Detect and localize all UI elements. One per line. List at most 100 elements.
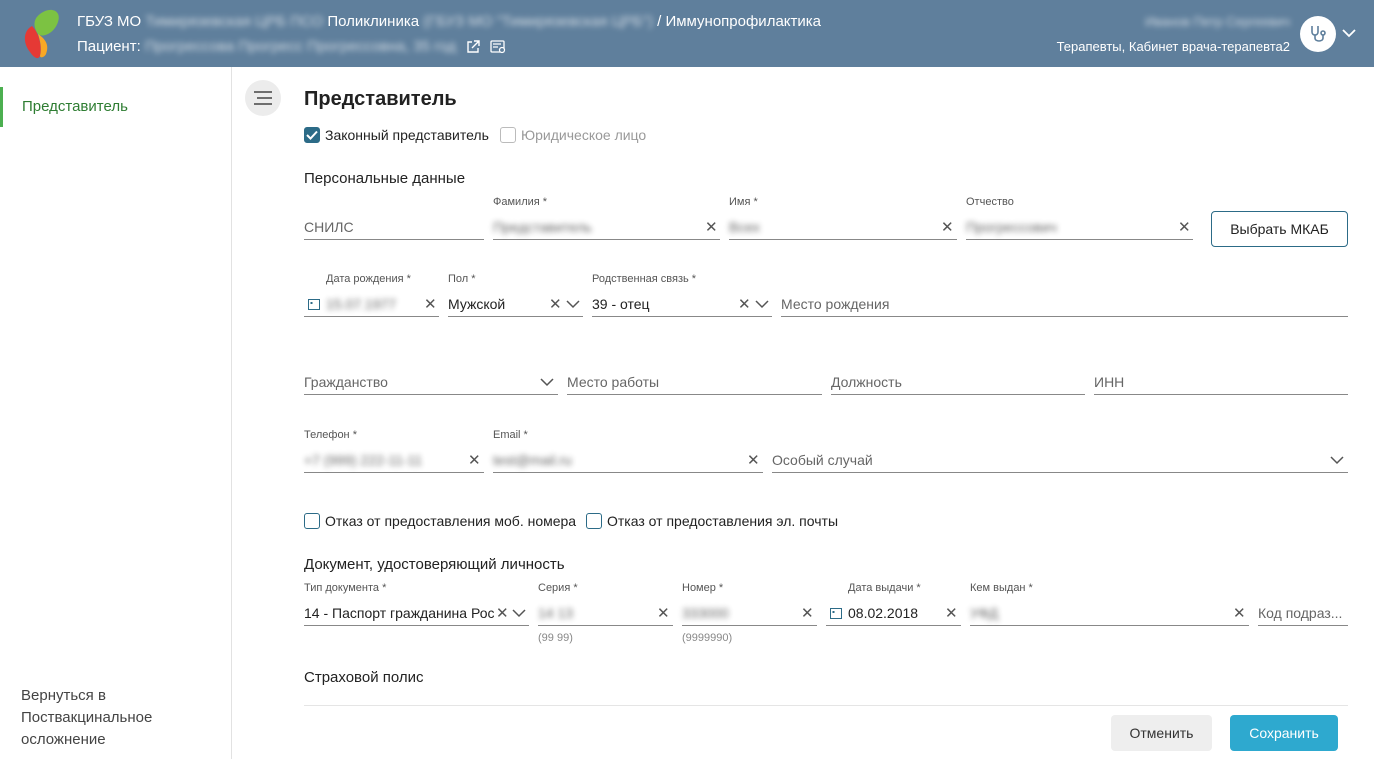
sidebar-item-representative[interactable]: Представитель xyxy=(0,87,231,127)
series-field[interactable]: Серия * 14 13 ✕ (99 99) xyxy=(538,582,673,644)
series-hint: (99 99) xyxy=(538,632,573,644)
legal-entity-label: Юридическое лицо xyxy=(521,127,647,143)
clear-icon[interactable]: ✕ xyxy=(1178,220,1191,236)
inn-field[interactable]: ИНН xyxy=(1094,371,1348,395)
refuse-email-checkbox[interactable]: Отказ от предоставления эл. почты xyxy=(586,513,838,529)
chevron-down-icon[interactable] xyxy=(1340,24,1358,42)
series-label: Серия * xyxy=(538,582,578,594)
legal-rep-checkbox[interactable]: Законный представитель xyxy=(304,127,489,143)
clear-icon[interactable]: ✕ xyxy=(1233,606,1246,622)
email-value: test@mail.ru xyxy=(493,452,572,468)
issue-date-value: 08.02.2018 xyxy=(848,605,919,621)
doc-type-select[interactable]: Тип документа * 14 - Паспорт гражданина … xyxy=(304,582,529,626)
clear-icon[interactable]: ✕ xyxy=(549,297,562,313)
relation-label: Родственная связь * xyxy=(592,273,697,285)
lastname-field[interactable]: Фамилия * Представитель ✕ xyxy=(493,196,720,240)
snils-placeholder: СНИЛС xyxy=(304,219,354,235)
birth-date-label: Дата рождения * xyxy=(326,273,411,285)
card-icon[interactable] xyxy=(490,40,506,54)
checkbox-empty-icon xyxy=(500,127,516,143)
back-link[interactable]: Вернуться в Поствакцинальное осложнение xyxy=(21,685,221,751)
app-header: ГБУЗ МО Тимирязевская ЦРБ ПСО Поликлиник… xyxy=(0,0,1374,67)
policy-section-title: Страховой полис xyxy=(304,669,424,686)
clear-icon[interactable]: ✕ xyxy=(657,606,670,622)
clear-icon[interactable]: ✕ xyxy=(468,453,481,469)
relation-value: 39 - отец xyxy=(592,296,650,312)
firstname-field[interactable]: Имя * Всех ✕ xyxy=(729,196,957,240)
clear-icon[interactable]: ✕ xyxy=(945,606,958,622)
lastname-label: Фамилия * xyxy=(493,196,548,208)
special-case-select[interactable]: Особый случай xyxy=(772,449,1348,473)
citizenship-placeholder: Гражданство xyxy=(304,374,388,390)
chevron-down-icon[interactable] xyxy=(755,299,769,309)
sidebar: Представитель Вернуться в Поствакцинальн… xyxy=(0,67,232,759)
legal-entity-checkbox[interactable]: Юридическое лицо xyxy=(500,127,646,143)
clear-icon[interactable]: ✕ xyxy=(801,606,814,622)
footer-divider xyxy=(304,705,1348,706)
patronymic-field[interactable]: Отчество Прогрессович ✕ xyxy=(966,196,1193,240)
inn-placeholder: ИНН xyxy=(1094,374,1125,390)
patient-name: Прогрессова Прогресс Прогрессовна, 35 го… xyxy=(144,38,456,55)
header-patient-line: Пациент: Прогрессова Прогресс Прогрессов… xyxy=(77,38,506,55)
birth-place-field[interactable]: Место рождения xyxy=(781,293,1348,317)
snils-field[interactable]: СНИЛС xyxy=(304,216,484,240)
position-placeholder: Должность xyxy=(831,374,902,390)
chevron-down-icon[interactable] xyxy=(512,608,526,618)
gender-select[interactable]: Пол * Мужской ✕ xyxy=(448,273,583,317)
patient-label: Пациент: xyxy=(77,38,141,55)
relation-select[interactable]: Родственная связь * 39 - отец ✕ xyxy=(592,273,772,317)
checkbox-checked-icon xyxy=(304,127,320,143)
email-field[interactable]: Email * test@mail.ru ✕ xyxy=(493,429,763,473)
checkbox-empty-icon xyxy=(586,513,602,529)
phone-field[interactable]: Телефон * +7 (999) 222-11-11 ✕ xyxy=(304,429,484,473)
issued-by-value: УФД xyxy=(970,605,999,621)
clear-icon[interactable]: ✕ xyxy=(941,220,954,236)
subdivision-code-field[interactable]: Код подраз... xyxy=(1258,602,1348,626)
birth-date-field[interactable]: Дата рождения * 15.07.1977 ✕ xyxy=(304,273,439,317)
chevron-down-icon[interactable] xyxy=(540,377,554,387)
org-label: ГБУЗ МО xyxy=(77,13,142,30)
subdivision-code-placeholder: Код подраз... xyxy=(1258,605,1343,621)
firstname-label: Имя * xyxy=(729,196,758,208)
number-label: Номер * xyxy=(682,582,724,594)
clinic-label: Поликлиника xyxy=(327,13,420,30)
workplace-field[interactable]: Место работы xyxy=(567,371,822,395)
cancel-button[interactable]: Отменить xyxy=(1111,715,1212,751)
chevron-down-icon[interactable] xyxy=(1330,455,1344,465)
issued-by-label: Кем выдан * xyxy=(970,582,1033,594)
clear-icon[interactable]: ✕ xyxy=(496,606,509,622)
issue-date-field[interactable]: Дата выдачи * 08.02.2018 ✕ xyxy=(826,582,961,626)
clear-icon[interactable]: ✕ xyxy=(705,220,718,236)
clear-icon[interactable]: ✕ xyxy=(747,453,760,469)
calendar-icon[interactable] xyxy=(830,607,842,619)
avatar[interactable] xyxy=(1300,16,1336,52)
chevron-down-icon[interactable] xyxy=(566,299,580,309)
clear-icon[interactable]: ✕ xyxy=(424,297,437,313)
calendar-icon[interactable] xyxy=(308,298,320,310)
doc-type-value: 14 - Паспорт гражданина Росс xyxy=(304,605,494,621)
refuse-phone-checkbox[interactable]: Отказ от предоставления моб. номера xyxy=(304,513,576,529)
module-name: / Иммунопрофилактика xyxy=(657,13,821,30)
number-value: 333000 xyxy=(682,605,729,621)
birth-date-value: 15.07.1977 xyxy=(326,296,397,312)
number-field[interactable]: Номер * 333000 ✕ (9999990) xyxy=(682,582,817,644)
user-name: Иванов Петр Сергеевич xyxy=(1145,14,1290,29)
gender-label: Пол * xyxy=(448,273,476,285)
issue-date-label: Дата выдачи * xyxy=(848,582,921,594)
stethoscope-icon xyxy=(1311,26,1326,42)
position-field[interactable]: Должность xyxy=(831,371,1085,395)
menu-toggle-button[interactable] xyxy=(245,80,281,116)
legal-rep-label: Законный представитель xyxy=(325,127,489,143)
phone-value: +7 (999) 222-11-11 xyxy=(304,452,423,468)
clear-icon[interactable]: ✕ xyxy=(738,297,751,313)
birth-place-placeholder: Место рождения xyxy=(781,296,890,312)
clinic-name: (ГБУЗ МО "Тимирязевская ЦРБ") xyxy=(423,13,653,30)
external-link-icon[interactable] xyxy=(466,40,480,54)
choose-mkab-button[interactable]: Выбрать МКАБ xyxy=(1211,211,1348,247)
page-title: Представитель xyxy=(304,88,457,110)
gender-value: Мужской xyxy=(448,296,506,312)
refuse-phone-label: Отказ от предоставления моб. номера xyxy=(325,513,577,529)
issued-by-field[interactable]: Кем выдан * УФД ✕ xyxy=(970,582,1249,626)
citizenship-select[interactable]: Гражданство xyxy=(304,371,558,395)
save-button[interactable]: Сохранить xyxy=(1230,715,1338,751)
